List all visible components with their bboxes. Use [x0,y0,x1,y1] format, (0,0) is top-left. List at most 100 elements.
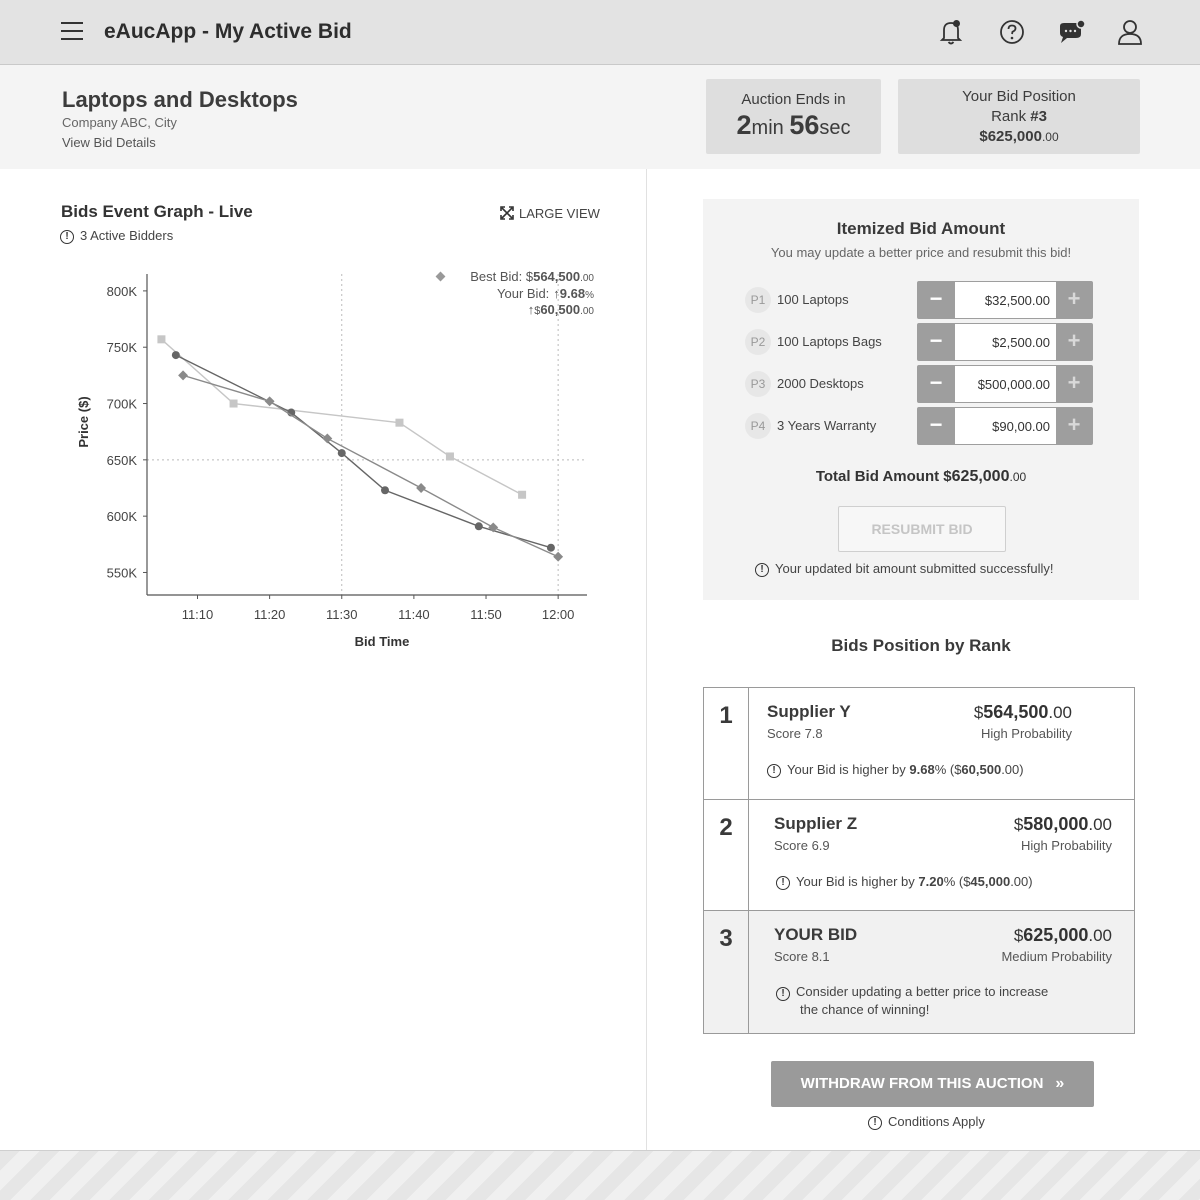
supplier-bid-amount: $625,000.00 [1013,925,1112,945]
data-point-square [395,418,404,427]
item-row-p3: P3 2000 Desktops − + [745,365,1095,403]
y-tick-label: 750K [107,340,138,355]
y-tick-label: 650K [107,453,138,468]
x-tick-label: 11:20 [254,607,286,622]
item-row-p4: P4 3 Years Warranty − + [745,407,1095,445]
project-title: Laptops and Desktops [62,87,298,112]
chart-gridlines [147,274,587,595]
itemized-title: Itemized Bid Amount [836,219,1006,238]
rank-section-title: Bids Position by Rank [831,636,1011,655]
bids-event-chart: 550K 600K 650K 700K 750K 800K 11:10 11:20 11:30… [76,269,594,649]
supplier-bid-amount: $580,000.00 [1013,814,1112,834]
bell-icon[interactable] [936,17,966,47]
win-probability: Medium Probability [1001,949,1112,964]
data-point-diamond [416,483,427,493]
data-point-diamond [322,433,333,444]
info-icon: ! [60,229,74,244]
x-tick-label: 11:30 [326,607,358,622]
x-axis-ticks: 11:10 11:20 11:30 11:40 11:50 12:00 [182,595,574,622]
data-point-diamond [178,370,189,381]
item-name: 100 Laptops [777,292,849,307]
auction-header: Laptops and Desktops Company ABC, City V… [0,65,1200,169]
user-profile-icon[interactable] [1115,17,1145,47]
itemized-bid-panel: Itemized Bid Amount You may update a bet… [703,199,1139,600]
supplier-score: Score 8.1 [774,949,830,964]
withdraw-auction-button[interactable]: WITHDRAW FROM THIS AUCTION» [771,1061,1094,1107]
bid-comparison-note: ! Your Bid is higher by 9.68% ($60,500.00… [767,762,1024,778]
total-bid-amount: Total Bid Amount $625,000.00 [815,468,1027,485]
item-name: 3 Years Warranty [777,418,877,433]
decrease-button[interactable]: − [918,282,954,318]
price-input[interactable] [955,324,1056,360]
countdown-time: 2min 56sec [736,110,851,140]
chart-annotation: Best Bid: $564,500.00 Your Bid: ↑9.68% ↑$… [435,269,594,317]
countdown-label: Auction Ends in [741,91,846,108]
success-message: ! Your updated bit amount submitted succe… [755,561,1053,577]
bid-comparison-note: ! Your Bid is higher by 7.20% ($45,000.00… [776,874,1033,890]
panel-divider [646,169,647,1150]
item-code-badge: P1 [745,287,771,313]
increase-button[interactable]: + [1056,324,1092,360]
decrease-button[interactable]: − [918,408,954,444]
bid-position-box: Your Bid Position Rank #3 $625,000.00 [898,79,1140,154]
series-line-diamond [182,374,559,558]
data-point-diamond [553,551,564,562]
view-bid-details-link[interactable]: View Bid Details [62,135,156,150]
x-tick-label: 11:10 [182,607,214,622]
data-point-circle [381,486,390,495]
data-point-square [229,399,238,408]
rank-row: 2 Supplier Z Score 6.9 $580,000.00 High … [704,800,1134,911]
data-point-circle [337,449,346,458]
hamburger-menu-icon[interactable] [61,22,83,40]
price-input[interactable] [955,282,1056,318]
increase-button[interactable]: + [1056,408,1092,444]
increase-button[interactable]: + [1056,282,1092,318]
double-chevron-right-icon: » [1055,1075,1065,1092]
item-row-p2: P2 100 Laptops Bags − + [745,323,1095,361]
info-icon: ! [776,987,790,1001]
resubmit-bid-button[interactable]: RESUBMIT BID [838,506,1006,552]
improvement-tip: ! Consider updating a better price to inc… [776,983,1048,1018]
item-code-badge: P3 [745,371,771,397]
info-icon: ! [868,1115,882,1130]
y-tick-label: 550K [107,565,138,580]
data-point-circle [171,351,180,360]
bid-position-label: Your Bid Position [962,88,1076,105]
svg-text:Best Bid: $564,500.00: Best Bid: $564,500.00 [470,269,594,284]
x-tick-label: 11:50 [470,607,502,622]
price-stepper: − + [917,281,1093,319]
chat-icon[interactable] [1057,17,1087,47]
y-tick-label: 700K [107,397,138,412]
item-code-badge: P4 [745,413,771,439]
footer-bar [0,1150,1200,1200]
rank-number: 3 [704,911,749,1033]
price-input[interactable] [955,408,1056,444]
item-row-p1: P1 100 Laptops − + [745,281,1095,319]
item-name: 100 Laptops Bags [777,334,882,349]
data-point-circle [546,543,555,552]
supplier-name: YOUR BID [774,925,858,944]
item-name: 2000 Desktops [777,376,864,391]
info-icon: ! [767,763,781,778]
increase-button[interactable]: + [1056,366,1092,402]
price-stepper: − + [917,323,1093,361]
price-input[interactable] [955,366,1056,402]
data-point-circle [474,522,483,531]
help-icon[interactable] [997,17,1027,47]
decrease-button[interactable]: − [918,324,954,360]
rank-number: 2 [704,800,749,910]
rank-table: 1 Supplier Y Score 7.8 $564,500.00 High … [703,687,1135,1034]
data-point-square [518,490,527,499]
supplier-score: Score 7.8 [767,726,823,741]
rank-number: 1 [704,688,749,799]
data-point-diamond [264,396,275,407]
large-view-button[interactable]: LARGE VIEW [500,206,600,221]
rank-row: 1 Supplier Y Score 7.8 $564,500.00 High … [704,688,1134,800]
decrease-button[interactable]: − [918,366,954,402]
rank-row-your-bid: 3 YOUR BID Score 8.1 $625,000.00 Medium … [704,911,1134,1033]
series-line-circle [175,354,552,549]
info-icon: ! [776,875,790,890]
supplier-score: Score 6.9 [774,838,830,853]
price-stepper: − + [917,407,1093,445]
auction-countdown: Auction Ends in 2min 56sec [706,79,881,154]
